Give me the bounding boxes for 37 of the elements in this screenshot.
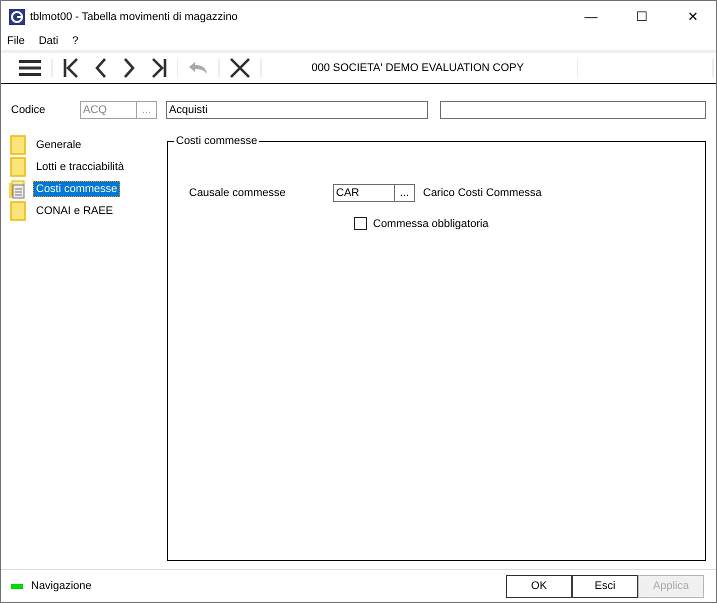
description-field[interactable]: Acquisti bbox=[166, 101, 428, 119]
previous-icon bbox=[94, 58, 107, 78]
field-label: Codice bbox=[11, 104, 46, 116]
text-field[interactable] bbox=[440, 101, 706, 119]
next-icon bbox=[122, 58, 135, 78]
window-title: tblmot00 - Tabella movimenti di magazzino bbox=[30, 10, 239, 22]
last-icon bbox=[150, 58, 167, 78]
folder-icon bbox=[9, 201, 27, 221]
app-logo-icon bbox=[9, 8, 25, 24]
undo-icon bbox=[188, 61, 208, 75]
folder-icon bbox=[9, 157, 27, 177]
field-label: Causale commesse bbox=[189, 187, 287, 199]
checkbox-label[interactable]: Commessa obbligatoria bbox=[373, 218, 489, 230]
menu-item[interactable]: File bbox=[7, 35, 25, 47]
close-icon bbox=[230, 58, 250, 78]
tree-item[interactable]: CONAI e RAEE bbox=[33, 203, 116, 219]
menu-item[interactable]: Dati bbox=[38, 35, 58, 47]
company-name: 000 SOCIETA' DEMO EVALUATION COPY bbox=[310, 62, 525, 74]
checkbox[interactable] bbox=[354, 217, 367, 230]
tree-item[interactable]: Costi commesse bbox=[33, 181, 120, 197]
causale-field[interactable]: CAR bbox=[333, 184, 395, 202]
menu-item[interactable]: ? bbox=[72, 35, 78, 47]
tree-item[interactable]: Lotti e tracciabilità bbox=[33, 159, 128, 175]
tree-item[interactable]: Generale bbox=[33, 137, 84, 153]
status-text: Navigazione bbox=[31, 580, 93, 592]
group-title: Costi commesse bbox=[175, 135, 258, 147]
document-folder-icon bbox=[9, 179, 27, 199]
menu-icon bbox=[19, 59, 41, 77]
minimize-button[interactable]: — bbox=[568, 1, 614, 32]
maximize-button[interactable]: ☐ bbox=[619, 1, 665, 32]
first-icon bbox=[62, 58, 79, 78]
causale-description: Carico Costi Commessa bbox=[423, 187, 542, 199]
lookup-button[interactable]: ... bbox=[395, 184, 415, 202]
folder-icon bbox=[9, 135, 27, 155]
close-button[interactable]: ✕ bbox=[670, 1, 716, 32]
dialog-button[interactable]: OK bbox=[506, 574, 572, 598]
dialog-button[interactable]: Esci bbox=[572, 574, 638, 598]
